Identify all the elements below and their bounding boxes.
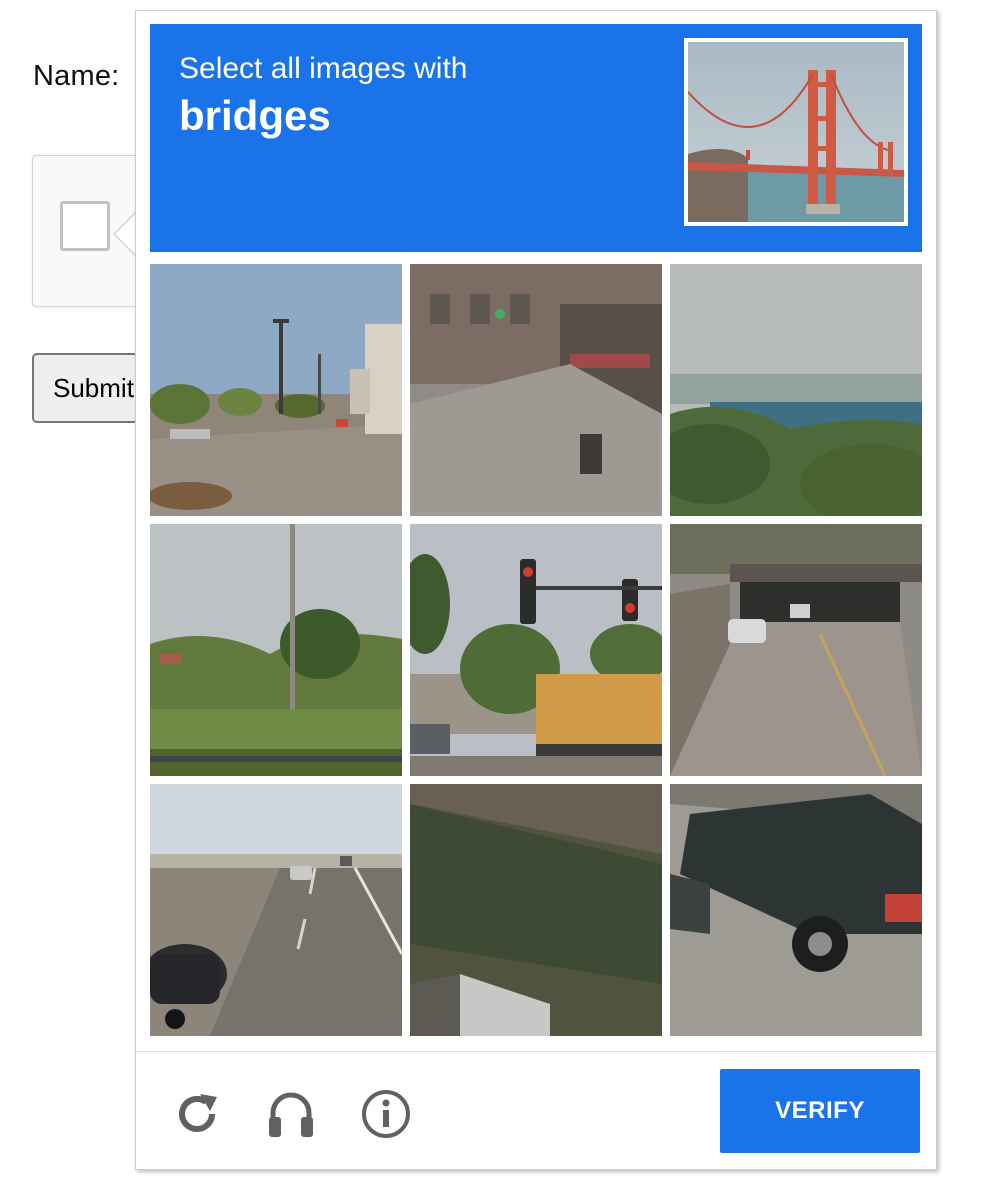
challenge-header: Select all images with bridges [150, 24, 922, 252]
info-icon[interactable] [361, 1089, 411, 1139]
sample-bridge-image [682, 36, 910, 228]
challenge-tile[interactable] [150, 784, 402, 1036]
reload-icon[interactable] [172, 1089, 222, 1139]
challenge-tile[interactable] [410, 264, 662, 516]
challenge-tile[interactable] [670, 264, 922, 516]
challenge-tile[interactable] [150, 524, 402, 776]
challenge-tile[interactable] [670, 524, 922, 776]
recaptcha-checkbox[interactable] [60, 201, 110, 251]
challenge-instruction: Select all images with [179, 52, 468, 85]
challenge-tile[interactable] [150, 264, 402, 516]
footer-divider [136, 1051, 936, 1052]
headphones-icon[interactable] [266, 1089, 316, 1139]
name-label: Name: [33, 60, 120, 92]
challenge-image-grid [150, 264, 922, 1036]
challenge-tile[interactable] [670, 784, 922, 1036]
challenge-tile[interactable] [410, 784, 662, 1036]
challenge-tile[interactable] [410, 524, 662, 776]
challenge-keyword: bridges [179, 92, 331, 139]
verify-button[interactable]: VERIFY [720, 1069, 920, 1153]
popup-pointer [115, 213, 136, 255]
recaptcha-challenge-popup: Select all images with bridges VERIFY [135, 10, 937, 1170]
